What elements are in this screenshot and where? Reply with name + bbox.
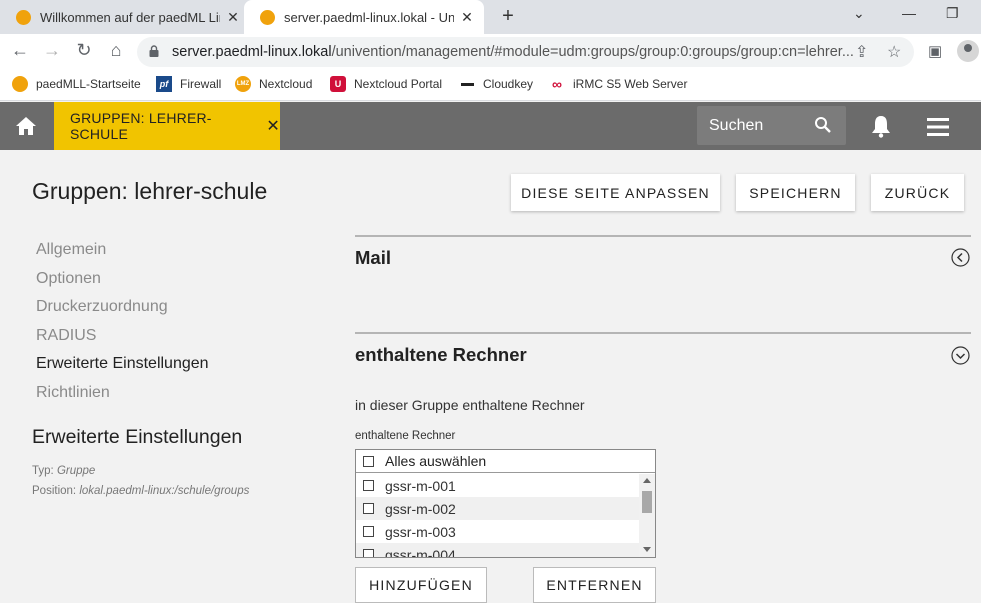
bookmark-paedmll-startseite[interactable]: paedMLL-Startseite bbox=[12, 76, 141, 92]
home-icon[interactable] bbox=[14, 114, 38, 138]
url-text: server.paedml-linux.lokal/univention/man… bbox=[172, 44, 854, 60]
lock-icon bbox=[149, 45, 159, 57]
customize-page-button[interactable]: DIESE SEITE ANPASSEN bbox=[511, 174, 720, 211]
hamburger-menu-icon[interactable] bbox=[927, 118, 949, 136]
bookmark-label: Cloudkey bbox=[483, 77, 534, 91]
bookmark-label: Nextcloud Portal bbox=[354, 77, 443, 91]
nav-item-erweiterte-einstellungen[interactable]: Erweiterte Einstellungen bbox=[36, 354, 209, 383]
bookmark-label: Firewall bbox=[180, 77, 222, 91]
extension-icon[interactable]: ▣ bbox=[928, 42, 942, 60]
close-tab-icon[interactable]: ✕ bbox=[460, 9, 474, 26]
profile-avatar[interactable] bbox=[957, 40, 979, 62]
bookmarks-bar: paedMLL-Startseite pf Firewall LMZ Nextc… bbox=[0, 70, 981, 101]
item-checkbox[interactable] bbox=[363, 549, 374, 557]
home-icon[interactable]: ⌂ bbox=[104, 40, 128, 61]
forward-arrow-icon[interactable]: → bbox=[40, 40, 64, 61]
nav-item-optionen[interactable]: Optionen bbox=[36, 269, 209, 298]
browser-tab-univention[interactable]: server.paedml-linux.lokal - Univention ✕ bbox=[244, 0, 484, 34]
nextcloud-logo-icon: LMZ bbox=[235, 76, 251, 92]
tab-search-chevron-icon[interactable]: ⌄ bbox=[853, 5, 865, 22]
add-button[interactable]: HINZUFÜGEN bbox=[355, 567, 487, 603]
nav-item-allgemein[interactable]: Allgemein bbox=[36, 240, 209, 269]
bookmark-label: iRMC S5 Web Server bbox=[573, 77, 688, 91]
item-label: gssr-m-001 bbox=[385, 477, 456, 494]
cloudkey-logo-icon bbox=[459, 76, 475, 92]
computers-panel-title[interactable]: enthaltene Rechner bbox=[355, 344, 527, 366]
share-icon[interactable]: ⇪ bbox=[855, 42, 868, 62]
irmc-logo-icon: ∞ bbox=[552, 76, 562, 92]
expand-chevron-left-icon[interactable] bbox=[951, 248, 970, 267]
browser-tab-bar: Willkommen auf der paedML Linux ✕ server… bbox=[0, 0, 981, 34]
item-label: gssr-m-003 bbox=[385, 523, 456, 540]
tab-title: server.paedml-linux.lokal - Univention bbox=[284, 9, 454, 25]
bookmark-label: paedMLL-Startseite bbox=[36, 77, 141, 91]
panel-divider bbox=[355, 235, 971, 237]
computers-description: in dieser Gruppe enthaltene Rechner bbox=[355, 397, 585, 413]
firewall-logo-icon: pf bbox=[156, 76, 172, 92]
scroll-up-arrow-icon[interactable] bbox=[643, 478, 651, 483]
computers-listbox[interactable]: Alles auswählen gssr-m-001 gssr-m-002 gs… bbox=[355, 449, 656, 558]
address-bar[interactable]: server.paedml-linux.lokal/univention/man… bbox=[137, 37, 914, 67]
bookmark-label: Nextcloud bbox=[259, 77, 313, 91]
nav-item-richtlinien[interactable]: Richtlinien bbox=[36, 383, 209, 412]
select-all-label: Alles auswählen bbox=[385, 453, 487, 469]
paedml-logo-icon bbox=[12, 76, 28, 92]
select-all-checkbox[interactable] bbox=[363, 455, 374, 467]
reload-icon[interactable]: ↻ bbox=[72, 40, 96, 61]
scroll-down-arrow-icon[interactable] bbox=[643, 547, 651, 552]
tab-title: Willkommen auf der paedML Linux bbox=[40, 9, 220, 25]
restore-icon[interactable]: ❐ bbox=[946, 5, 959, 22]
bookmark-nextcloud-portal[interactable]: U Nextcloud Portal bbox=[330, 76, 442, 92]
item-checkbox[interactable] bbox=[363, 480, 374, 491]
close-icon[interactable]: ✕ bbox=[266, 116, 280, 136]
search-placeholder: Suchen bbox=[709, 117, 764, 134]
favicon-icon bbox=[260, 9, 275, 25]
list-item[interactable]: gssr-m-004 bbox=[356, 543, 639, 558]
select-all-row[interactable]: Alles auswählen bbox=[356, 450, 655, 473]
object-position: Position: lokal.paedml-linux:/schule/gro… bbox=[32, 485, 250, 497]
search-input[interactable]: Suchen bbox=[697, 106, 846, 145]
save-button[interactable]: SPEICHERN bbox=[736, 174, 855, 211]
nav-item-radius[interactable]: RADIUS bbox=[36, 326, 209, 355]
browser-toolbar: ← → ↻ ⌂ server.paedml-linux.lokal/univen… bbox=[0, 34, 981, 70]
notification-bell-icon[interactable] bbox=[870, 114, 892, 138]
new-tab-icon[interactable]: + bbox=[497, 5, 519, 28]
page-title: Gruppen: lehrer-schule bbox=[32, 178, 268, 204]
browser-tab-welcome[interactable]: Willkommen auf der paedML Linux ✕ bbox=[0, 0, 244, 34]
collapse-chevron-down-icon[interactable] bbox=[951, 346, 970, 365]
list-scrollbar[interactable] bbox=[639, 474, 655, 557]
nav-item-druckerzuordnung[interactable]: Druckerzuordnung bbox=[36, 297, 209, 326]
univention-logo-icon: U bbox=[330, 76, 346, 92]
bookmark-irmc[interactable]: ∞ iRMC S5 Web Server bbox=[549, 76, 687, 92]
minimize-icon[interactable]: — bbox=[902, 5, 916, 21]
computers-field-label: enthaltene Rechner bbox=[355, 430, 456, 442]
back-arrow-icon[interactable]: ← bbox=[8, 40, 32, 61]
bookmark-cloudkey[interactable]: Cloudkey bbox=[459, 76, 533, 92]
list-item[interactable]: gssr-m-001 bbox=[356, 474, 639, 497]
scrollbar-thumb[interactable] bbox=[642, 491, 652, 513]
section-nav: Allgemein Optionen Druckerzuordnung RADI… bbox=[36, 240, 209, 412]
back-button[interactable]: ZURÜCK bbox=[871, 174, 964, 211]
list-item[interactable]: gssr-m-002 bbox=[356, 497, 639, 520]
remove-button[interactable]: ENTFERNEN bbox=[533, 567, 656, 603]
close-tab-icon[interactable]: ✕ bbox=[226, 9, 240, 26]
module-tab-label: GRUPPEN: LEHRER-SCHULE bbox=[70, 110, 212, 142]
item-label: gssr-m-002 bbox=[385, 500, 456, 517]
favicon-icon bbox=[16, 9, 31, 25]
panel-divider bbox=[355, 332, 971, 334]
bookmark-nextcloud[interactable]: LMZ Nextcloud bbox=[235, 76, 312, 92]
list-item[interactable]: gssr-m-003 bbox=[356, 520, 639, 543]
mail-panel-title[interactable]: Mail bbox=[355, 247, 391, 269]
item-label: gssr-m-004 bbox=[385, 546, 456, 558]
bookmark-firewall[interactable]: pf Firewall bbox=[156, 76, 221, 92]
star-icon[interactable]: ☆ bbox=[887, 42, 901, 62]
object-type: Typ: Gruppe bbox=[32, 465, 96, 477]
item-checkbox[interactable] bbox=[363, 503, 374, 514]
module-tab-gruppen[interactable]: GRUPPEN: LEHRER-SCHULE ✕ bbox=[54, 102, 280, 150]
search-icon[interactable] bbox=[814, 116, 832, 134]
item-checkbox[interactable] bbox=[363, 526, 374, 537]
section-title: Erweiterte Einstellungen bbox=[32, 426, 243, 448]
